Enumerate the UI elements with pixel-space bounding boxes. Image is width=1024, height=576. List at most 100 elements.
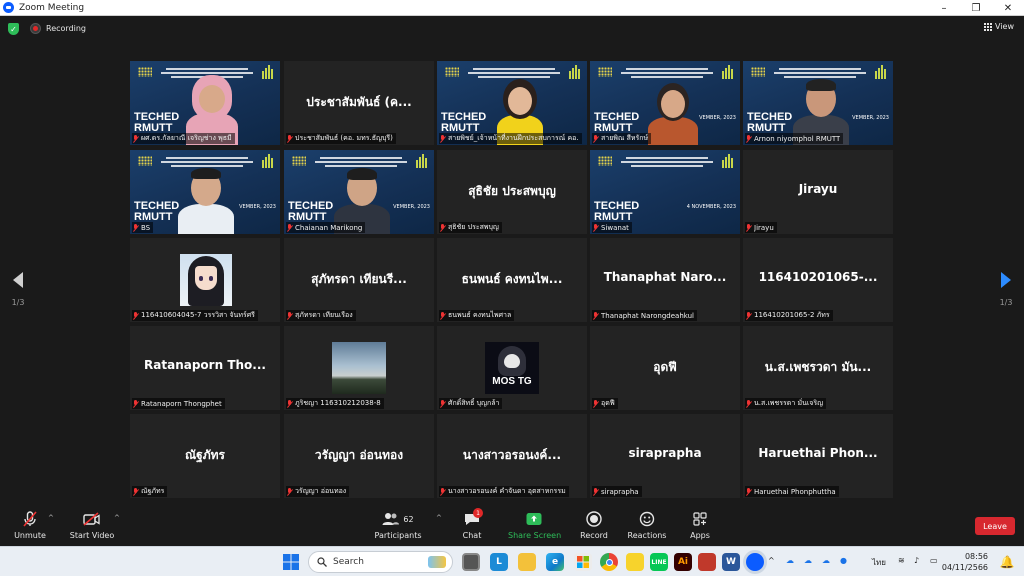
wifi-icon[interactable]: ≋	[898, 556, 905, 565]
view-button[interactable]: View	[984, 22, 1014, 31]
zoom-meeting-window: Zoom Meeting – ❐ ✕ ✓ Recording View 1/3 …	[0, 0, 1024, 576]
zoom-taskbar-icon[interactable]	[746, 553, 764, 571]
share-screen-button[interactable]: Share Screen	[508, 510, 561, 540]
participant-tile[interactable]: Jirayu Jirayu	[743, 150, 893, 234]
learning-app-icon[interactable]: L	[490, 553, 508, 571]
participants-button[interactable]: 62 Participants	[374, 510, 422, 540]
participant-tile[interactable]: Haruethai Phon... Haruethai Phonphuttha	[743, 414, 893, 498]
slide-brand: TECHED RMUTT	[134, 111, 180, 134]
close-button[interactable]: ✕	[992, 0, 1024, 16]
illustrator-icon[interactable]: Ai	[674, 553, 692, 571]
muted-mic-icon	[286, 399, 293, 408]
reactions-button[interactable]: Reactions	[626, 510, 668, 540]
muted-mic-icon	[592, 487, 599, 496]
task-view-icon[interactable]	[462, 553, 480, 571]
microsoft-store-icon[interactable]	[574, 553, 592, 571]
battery-icon[interactable]: ▭	[930, 556, 938, 565]
participant-tile[interactable]: วรัญญา อ่อนทอง วรัญญา อ่อนทอง	[284, 414, 434, 498]
word-icon[interactable]: W	[722, 553, 740, 571]
participant-name: ศักดิ์สิทธิ์ บุญกล้า	[448, 399, 500, 407]
participant-display-name: อุดฟี	[653, 360, 677, 374]
onedrive-personal-icon[interactable]: ☁	[804, 556, 812, 565]
chat-badge: 1	[473, 508, 483, 518]
record-button[interactable]: Record	[576, 510, 612, 540]
participant-tile[interactable]: น.ส.เพชรวดา มัน... น.ส.เพชรรดา มั่นเจริญ	[743, 326, 893, 410]
participant-tile[interactable]: 116410604045-7 วรรวิสา จันทร์ศรี	[130, 238, 280, 322]
participant-display-name: Jirayu	[798, 182, 838, 196]
participant-tile[interactable]: สุภัทรดา เทียนรี... สุภัทรดา เทียนเรือง	[284, 238, 434, 322]
participant-tile[interactable]: Thanaphat Naro... Thanaphat Narongdeahku…	[590, 238, 740, 322]
record-icon	[576, 510, 612, 528]
leave-button[interactable]: Leave	[975, 517, 1015, 535]
notification-bell-icon[interactable]: 🔔	[998, 553, 1016, 571]
participant-tile[interactable]: ณัฐภัทร ณัฐภัทร	[130, 414, 280, 498]
participant-name: siraprapha	[601, 487, 639, 496]
meeting-info-bar: ✓ Recording View	[0, 17, 1024, 41]
volume-icon[interactable]: ♪	[914, 556, 919, 565]
chat-button[interactable]: 1 Chat	[456, 508, 488, 540]
participant-name: ผศ.ดร.กัลยาณี เจริญช่าง พุธมี	[141, 134, 232, 142]
audio-options-caret-icon[interactable]: ^	[48, 514, 54, 522]
previous-page-button[interactable]: 1/3	[8, 272, 28, 307]
maximize-button[interactable]: ❐	[960, 0, 992, 16]
chrome-icon[interactable]	[600, 553, 618, 571]
line-app-icon[interactable]: LINE	[650, 553, 668, 571]
sticky-notes-icon[interactable]	[626, 553, 644, 571]
participants-caret-icon[interactable]: ^	[436, 514, 442, 522]
participant-tile[interactable]: ธนพนธ์ คงทนไพ... ธนพนธ์ คงทนไพศาล	[437, 238, 587, 322]
minimize-button[interactable]: –	[928, 0, 960, 16]
muted-mic-icon	[132, 134, 139, 143]
participant-tile[interactable]: MOS TG ศักดิ์สิทธิ์ บุญกล้า	[437, 326, 587, 410]
participant-tile[interactable]: นางสาวอรอนงค์... นางสาวอรอนงค์ คำจันดา อ…	[437, 414, 587, 498]
participant-tile[interactable]: ประชาสัมพันธ์ (ค... ประชาสัมพันธ์ (คอ. ม…	[284, 61, 434, 145]
taskbar-clock[interactable]: 08:56 04/11/2566	[942, 551, 988, 573]
muted-mic-icon	[745, 134, 752, 143]
title-bar: Zoom Meeting – ❐ ✕	[0, 0, 1024, 16]
pdf-reader-icon[interactable]	[698, 553, 716, 571]
participant-name: Haruethai Phonphuttha	[754, 487, 836, 496]
window-title: Zoom Meeting	[19, 2, 85, 13]
participant-tile[interactable]: TECHED RMUTT VEMBER, 2023 BS	[130, 150, 280, 234]
taskbar-search-box[interactable]: Search	[308, 551, 453, 573]
show-hidden-icons-icon[interactable]: ^	[768, 556, 775, 565]
participant-name: สายพิณ สีหรักษ์	[601, 134, 649, 142]
participant-name: สายพิชย์_เจ้าหน้าที่งานฝึกประสบการณ์ คอ.	[448, 134, 579, 142]
muted-mic-icon	[286, 487, 293, 496]
participant-tile[interactable]: TECHED RMUTT ผศ.ดร.กัลยาณี เจริญช่าง พุธม…	[130, 61, 280, 145]
participant-name: Chaianan Marikong	[295, 223, 363, 232]
participant-tile[interactable]: 116410201065-... 116410201065-2 ภัทร	[743, 238, 893, 322]
security-shield-icon[interactable]: ✓	[8, 23, 19, 35]
muted-mic-icon	[745, 399, 752, 408]
file-explorer-icon[interactable]	[518, 553, 536, 571]
microphone-tray-icon[interactable]: ●	[840, 556, 847, 565]
participant-tile[interactable]: ภูริชญา 116310212038-8	[284, 326, 434, 410]
apps-button[interactable]: Apps	[684, 510, 716, 540]
participant-tile[interactable]: siraprapha siraprapha	[590, 414, 740, 498]
participant-tile[interactable]: TECHED RMUTT สายพิชย์_เจ้าหน้าที่งานฝึกปร…	[437, 61, 587, 145]
edge-browser-icon[interactable]: e	[546, 553, 564, 571]
participant-tile[interactable]: TECHED RMUTT 4 NOVEMBER, 2023 Siwanat	[590, 150, 740, 234]
participant-tile[interactable]: TECHED RMUTT VEMBER, 2023 Chaianan Mariko…	[284, 150, 434, 234]
participant-tile[interactable]: อุดฟี อุดฟี	[590, 326, 740, 410]
unmute-button[interactable]: Unmute	[12, 510, 48, 540]
muted-mic-icon	[439, 223, 446, 232]
participant-tile[interactable]: Ratanaporn Tho... Ratanaporn Thongphet	[130, 326, 280, 410]
video-options-caret-icon[interactable]: ^	[114, 514, 120, 522]
participant-display-name: 116410201065-...	[758, 270, 878, 284]
participant-name: Jirayu	[754, 223, 774, 232]
onedrive-icon[interactable]: ☁	[786, 556, 794, 565]
language-indicator[interactable]: ไทย	[872, 556, 886, 569]
start-video-button[interactable]: Start Video	[68, 510, 116, 540]
participant-name: ธนพนธ์ คงทนไพศาล	[448, 311, 512, 319]
cloud-sync-icon[interactable]: ☁	[822, 556, 830, 565]
muted-mic-icon	[132, 487, 139, 496]
muted-mic-icon	[132, 223, 139, 232]
participant-tile[interactable]: สุธิชัย ประสพบุญ สุธิชัย ประสพบุญ	[437, 150, 587, 234]
participant-tile[interactable]: TECHED RMUTT VEMBER, 2023 สายพิณ สีหรักษ์	[590, 61, 740, 145]
participant-name: BS	[141, 223, 151, 232]
chat-icon: 1	[456, 508, 488, 528]
windows-start-icon[interactable]	[282, 553, 300, 571]
participant-tile[interactable]: TECHED RMUTT VEMBER, 2023 Arnon niyomphol…	[743, 61, 893, 145]
next-page-button[interactable]: 1/3	[996, 272, 1016, 307]
participant-name: สุภัทรดา เทียนเรือง	[295, 311, 353, 319]
